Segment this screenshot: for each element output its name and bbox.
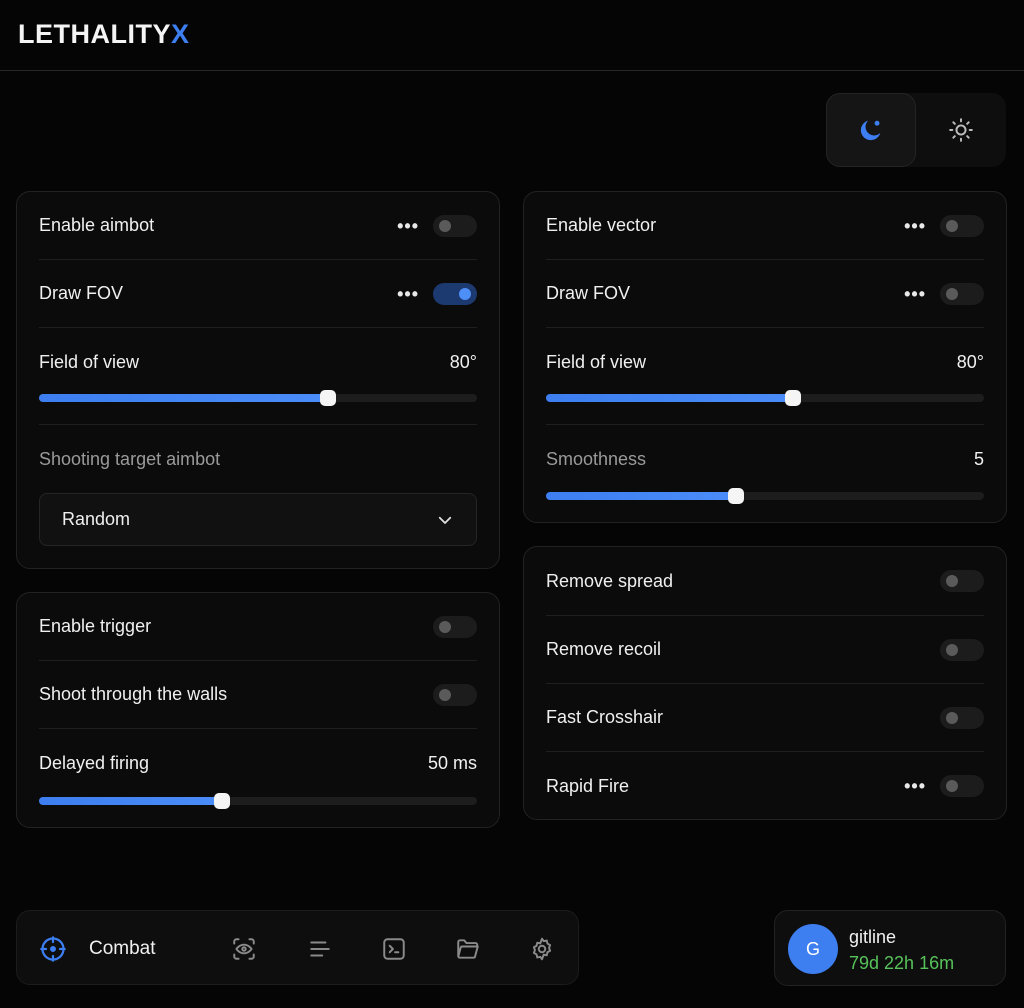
vector-more-icon[interactable]: ••• [904,217,926,235]
enable-vector-toggle[interactable] [940,214,984,237]
enable-trigger-label: Enable trigger [39,616,152,636]
vector-fov-value: 80° [956,351,984,372]
remove-recoil-label: Remove recoil [546,639,662,659]
rapid-fire-more-icon[interactable]: ••• [904,777,926,795]
dark-theme-button[interactable] [826,93,916,167]
remove-recoil-row: Remove recoil [546,616,984,684]
remove-recoil-toggle[interactable] [940,638,984,661]
delayed-firing-slider-thumb[interactable] [213,793,230,809]
vector-smoothness-label: Smoothness [546,448,647,469]
vector-draw-fov-row: Draw FOV ••• [546,260,984,328]
enable-aimbot-label: Enable aimbot [39,215,155,235]
vector-draw-fov-more-icon[interactable]: ••• [904,285,926,303]
vector-card: Enable vector ••• Draw FOV ••• Field of … [523,191,1007,523]
fast-crosshair-label: Fast Crosshair [546,707,664,727]
aimbot-target-value: Random [62,509,131,529]
moon-icon [860,120,881,141]
nav-combat-label: Combat [89,937,156,959]
enable-aimbot-toggle[interactable] [433,214,477,237]
nav-item-visuals[interactable] [229,911,259,986]
folder-icon [457,938,479,959]
aimbot-draw-fov-row: Draw FOV ••• [39,260,477,328]
shoot-walls-row: Shoot through the walls [39,661,477,729]
aimbot-fov-row: Field of view 80° [39,328,477,396]
avatar: G [788,924,838,974]
delayed-firing-slider[interactable] [39,793,477,809]
user-name: gitline [849,927,897,947]
aimbot-more-icon[interactable]: ••• [397,217,419,235]
light-theme-button[interactable] [916,93,1006,167]
nav-item-configs[interactable] [453,911,483,986]
remove-spread-toggle[interactable] [940,570,984,592]
aimbot-draw-fov-toggle[interactable] [433,282,477,305]
rapid-fire-label: Rapid Fire [546,775,630,796]
delayed-firing-row: Delayed firing 50 ms [39,729,477,797]
aimbot-draw-fov-label: Draw FOV [39,283,124,303]
aimbot-fov-slider-thumb[interactable] [320,390,337,406]
vector-smoothness-slider-thumb[interactable] [727,488,744,504]
fast-crosshair-toggle[interactable] [940,706,984,729]
aimbot-draw-fov-more-icon[interactable]: ••• [397,285,419,303]
aimbot-target-dropdown[interactable]: Random [39,493,477,546]
delayed-firing-value: 50 ms [427,752,477,773]
logo-accent: X [171,19,190,49]
nav-item-combat[interactable]: Combat [39,911,156,986]
gear-icon [532,937,552,960]
nav-item-misc[interactable] [305,911,335,986]
aimbot-fov-label: Field of view [39,351,140,372]
vector-fov-slider-thumb[interactable] [785,390,802,406]
fast-crosshair-row: Fast Crosshair [546,684,984,752]
shoot-walls-toggle[interactable] [433,683,477,706]
aimbot-fov-value: 80° [449,351,477,372]
vector-smoothness-row: Smoothness 5 [546,425,984,493]
enable-vector-label: Enable vector [546,215,657,235]
aimbot-fov-slider[interactable] [39,390,477,406]
misc-card: Remove spread Remove recoil Fast Crossha… [523,546,1007,820]
rapid-fire-row: Rapid Fire ••• [546,752,984,820]
align-lines-icon [310,940,330,957]
vector-smoothness-slider[interactable] [546,488,984,504]
enable-trigger-row: Enable trigger [39,593,477,661]
vector-draw-fov-label: Draw FOV [546,283,631,303]
app-logo: LETHALITYX [18,19,190,50]
enable-trigger-toggle[interactable] [433,615,477,638]
header-bar: LETHALITYX [0,0,1024,71]
delayed-firing-label: Delayed firing [39,752,150,773]
trigger-card: Enable trigger Shoot through the walls D… [16,592,500,828]
theme-toggle [826,93,1006,167]
chevron-down-icon [438,516,452,524]
nav-item-settings[interactable] [527,911,557,986]
aimbot-target-label: Shooting target aimbot [39,448,221,469]
terminal-icon [383,937,405,960]
rapid-fire-toggle[interactable] [940,775,984,797]
enable-vector-row: Enable vector ••• [546,192,984,260]
user-card[interactable]: G gitline 79d 22h 16m [774,910,1006,986]
aimbot-card: Enable aimbot ••• Draw FOV ••• Field of … [16,191,500,569]
remove-spread-label: Remove spread [546,570,674,591]
subscription-time-left: 79d 22h 16m [849,953,955,973]
vector-draw-fov-toggle[interactable] [940,282,984,305]
vector-fov-slider[interactable] [546,390,984,406]
remove-spread-row: Remove spread [546,547,984,616]
vector-fov-label: Field of view [546,351,647,372]
vector-fov-row: Field of view 80° [546,328,984,396]
aimbot-target-row: Shooting target aimbot [39,425,477,493]
bottom-nav: Combat [16,910,579,985]
sun-icon [949,118,973,142]
crosshair-icon [40,935,66,962]
shoot-walls-label: Shoot through the walls [39,684,228,704]
eye-scan-icon [233,937,255,960]
nav-item-console[interactable] [379,911,409,986]
logo-text: LETHALITY [18,19,171,49]
enable-aimbot-row: Enable aimbot ••• [39,192,477,260]
vector-smoothness-value: 5 [973,448,984,469]
